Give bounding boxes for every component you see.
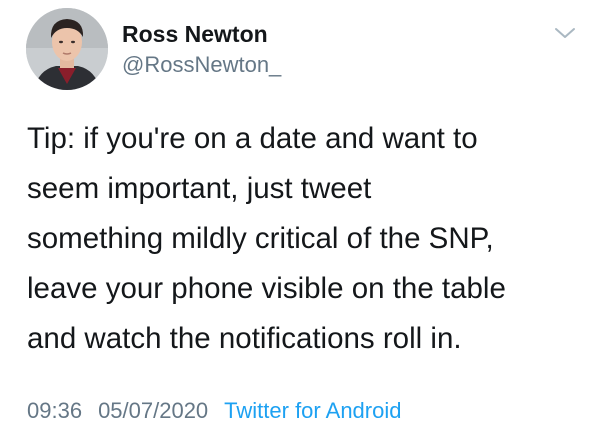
- author-display-name[interactable]: Ross Newton: [122, 21, 268, 48]
- tweet-meta: 09:36 05/07/2020 Twitter for Android: [27, 398, 401, 424]
- tweet-text: Tip: if you're on a date and want to see…: [27, 114, 587, 364]
- tweet-text-line: leave your phone visible on the table: [27, 272, 506, 305]
- tweet-source-link[interactable]: Twitter for Android: [224, 398, 401, 423]
- tweet-text-line: seem important, just tweet: [27, 172, 372, 205]
- author-handle[interactable]: @RossNewton_: [122, 52, 281, 78]
- tweet-text-line: and watch the notifications roll in.: [27, 322, 462, 355]
- tweet-text-line: Tip: if you're on a date and want to: [27, 122, 478, 155]
- avatar-image: [26, 8, 108, 90]
- tweet-text-line: something mildly critical of the SNP,: [27, 222, 494, 255]
- tweet-date: 05/07/2020: [98, 398, 209, 423]
- chevron-down-icon[interactable]: [553, 24, 577, 42]
- avatar[interactable]: [26, 8, 108, 90]
- tweet: Ross Newton @RossNewton_ Tip: if you're …: [0, 0, 600, 423]
- tweet-time: 09:36: [27, 398, 83, 423]
